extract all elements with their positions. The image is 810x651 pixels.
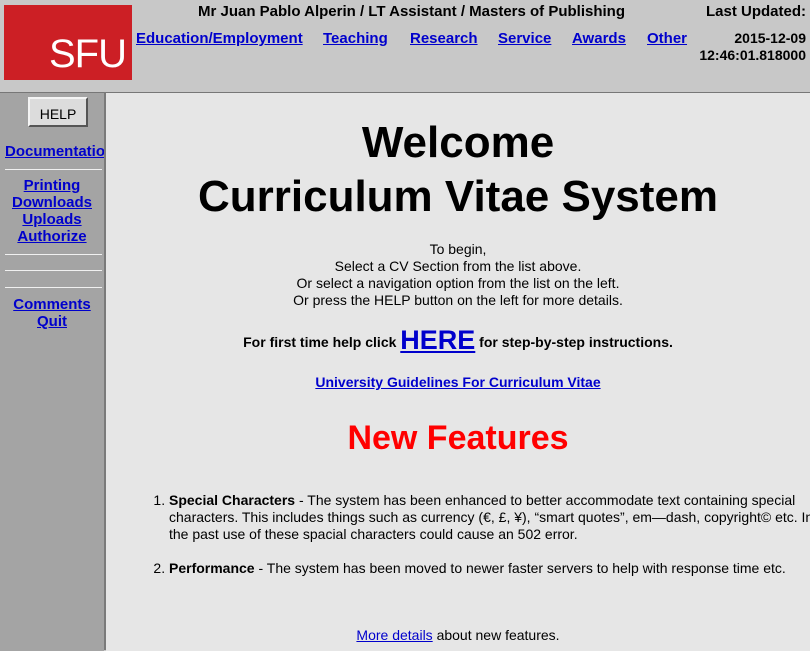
sidebar-item-quit[interactable]: Quit bbox=[0, 313, 104, 330]
first-time-help: For first time help click HERE for step-… bbox=[106, 325, 810, 356]
features-list: Special Characters - The system has been… bbox=[148, 492, 810, 594]
sidebar-item-downloads[interactable]: Downloads bbox=[0, 194, 104, 211]
here-link[interactable]: HERE bbox=[400, 325, 475, 355]
feature-text: - The system has been moved to newer fas… bbox=[254, 560, 786, 576]
sidebar-item-documentation[interactable]: Documentation bbox=[5, 143, 104, 160]
sidebar-divider bbox=[5, 169, 102, 170]
sidebar-divider bbox=[5, 287, 102, 288]
intro-line: Or press the HELP button on the left for… bbox=[293, 292, 623, 308]
last-updated-date: 2015-12-09 bbox=[734, 30, 806, 46]
guidelines-container: University Guidelines For Curriculum Vit… bbox=[106, 374, 810, 390]
nav-service[interactable]: Service bbox=[498, 30, 551, 47]
main-content: Welcome Curriculum Vitae System To begin… bbox=[106, 92, 810, 651]
first-help-suffix: for step-by-step instructions. bbox=[475, 334, 673, 350]
nav-research[interactable]: Research bbox=[410, 30, 478, 47]
more-details-line: More details about new features. bbox=[106, 627, 810, 643]
feature-title: Special Characters bbox=[169, 492, 296, 508]
sidebar-item-authorize[interactable]: Authorize bbox=[0, 228, 104, 245]
system-title: Curriculum Vitae System bbox=[197, 172, 719, 221]
new-features-heading: New Features bbox=[347, 419, 569, 457]
header: SFU Mr Juan Pablo Alperin / LT Assistant… bbox=[0, 0, 810, 92]
feature-item: Performance - The system has been moved … bbox=[169, 560, 810, 577]
sidebar-item-uploads[interactable]: Uploads bbox=[0, 211, 104, 228]
university-guidelines-link[interactable]: University Guidelines For Curriculum Vit… bbox=[315, 374, 600, 390]
feature-item: Special Characters - The system has been… bbox=[169, 492, 810, 543]
logo-text: SFU bbox=[49, 32, 127, 76]
sidebar-item-printing[interactable]: Printing bbox=[0, 177, 104, 194]
welcome-heading: Welcome bbox=[361, 118, 555, 167]
intro-line: Or select a navigation option from the l… bbox=[296, 275, 620, 291]
more-details-link[interactable]: More details bbox=[356, 627, 432, 643]
first-help-prefix: For first time help click bbox=[243, 334, 401, 350]
sidebar-divider bbox=[5, 270, 102, 271]
sidebar-item-comments[interactable]: Comments bbox=[0, 296, 104, 313]
user-info: Mr Juan Pablo Alperin / LT Assistant / M… bbox=[198, 3, 626, 20]
nav-other[interactable]: Other bbox=[647, 30, 687, 47]
intro-line: Select a CV Section from the list above. bbox=[334, 258, 582, 274]
nav-awards[interactable]: Awards bbox=[572, 30, 626, 47]
nav-education-employment[interactable]: Education/Employment bbox=[136, 30, 303, 47]
sidebar: HELP Documentation Printing Downloads Up… bbox=[0, 92, 104, 651]
sidebar-divider bbox=[5, 254, 102, 255]
more-details-suffix: about new features. bbox=[432, 627, 560, 643]
last-updated-time: 12:46:01.818000 bbox=[699, 47, 806, 63]
intro-line: To begin, bbox=[429, 241, 487, 257]
help-button[interactable]: HELP bbox=[28, 97, 88, 127]
sfu-logo[interactable]: SFU bbox=[4, 5, 132, 80]
last-updated-label: Last Updated: bbox=[706, 3, 807, 20]
nav-teaching[interactable]: Teaching bbox=[323, 30, 388, 47]
feature-title: Performance bbox=[169, 560, 255, 576]
